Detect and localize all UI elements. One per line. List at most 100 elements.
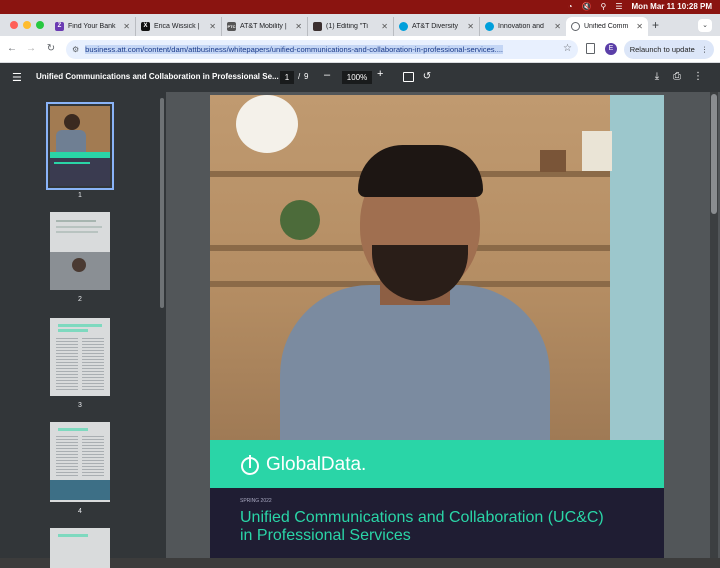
thumbnail-page-4[interactable] xyxy=(50,422,110,502)
reload-icon[interactable]: ↻ xyxy=(44,43,58,54)
thumbnail-heading-line xyxy=(58,428,88,431)
cover-title: Unified Communications and Collaboration… xyxy=(240,509,604,544)
tab-label: Innovation and xyxy=(498,23,544,30)
relaunch-to-update-button[interactable]: Relaunch to update ⋮ xyxy=(624,40,714,59)
z-favicon-icon: Z xyxy=(55,22,64,31)
minimize-window-button[interactable] xyxy=(23,21,31,29)
tab-att-diversity[interactable]: AT&T Diversity ✕ xyxy=(394,17,480,36)
forward-arrow-icon[interactable]: → xyxy=(24,43,38,54)
side-panel-icon[interactable] xyxy=(586,43,595,54)
menu-clock[interactable]: Mon Mar 11 10:28 PM xyxy=(632,0,712,14)
x-favicon-icon: X xyxy=(141,22,150,31)
thumbnail-heading-line xyxy=(58,534,88,537)
thumbnail-accent-band xyxy=(50,152,110,158)
globaldata-logo: GlobalData. xyxy=(240,454,366,476)
thumbnail-text-line xyxy=(56,226,102,228)
rotate-icon[interactable]: ↺ xyxy=(421,71,433,82)
spotlight-search-icon[interactable]: ⚲ xyxy=(600,0,606,14)
bookmark-star-icon[interactable]: ☆ xyxy=(563,43,572,54)
thumbnail-number: 4 xyxy=(78,508,82,515)
thumbnail-sidebar: 1 2 3 4 xyxy=(0,92,166,568)
zoom-out-button[interactable]: – xyxy=(324,69,330,81)
viewer-scrollbar-thumb[interactable] xyxy=(711,94,717,214)
close-tab-icon[interactable]: ✕ xyxy=(381,22,388,31)
tab-label: Erica Wissick | xyxy=(154,23,200,30)
tab-att-mobility[interactable]: PTC AT&T Mobility | ✕ xyxy=(222,17,308,36)
thumbnail-text-column xyxy=(82,436,104,476)
page-number-input[interactable]: 1 xyxy=(280,71,294,84)
tab-editing[interactable]: (1) Editing "Ti ✕ xyxy=(308,17,394,36)
close-tab-icon[interactable]: ✕ xyxy=(209,22,216,31)
thumbnail-number: 3 xyxy=(78,402,82,409)
tab-label: AT&T Diversity xyxy=(412,23,459,30)
shelf-decor xyxy=(540,150,566,172)
cover-title-area: SPRING 2022 Unified Communications and C… xyxy=(210,488,664,558)
thumbnail-text-column xyxy=(82,338,104,390)
menu-hamburger-icon[interactable]: ☰ xyxy=(12,71,22,84)
zoom-in-button[interactable]: + xyxy=(377,68,383,80)
tab-strip: Z Find Your Bank ✕ X Erica Wissick | ✕ P… xyxy=(0,14,720,36)
tab-label: Find Your Bank xyxy=(68,23,116,30)
close-tab-icon[interactable]: ✕ xyxy=(636,22,643,31)
url-text[interactable]: business.att.com/content/dam/attbusiness… xyxy=(85,45,504,54)
plant xyxy=(280,200,320,240)
tab-unified-comm[interactable]: Unified Comm ✕ xyxy=(566,17,648,36)
thumbnail-text-line xyxy=(56,220,96,222)
back-arrow-icon[interactable]: ← xyxy=(5,43,19,54)
thumbnail-person-head xyxy=(72,258,86,272)
shelf-frame xyxy=(582,131,612,171)
download-icon[interactable]: ⤓ xyxy=(651,71,663,82)
editor-favicon-icon xyxy=(313,22,322,31)
pdf-page-1: GlobalData. SPRING 2022 Unified Communic… xyxy=(210,95,664,558)
page-separator: / xyxy=(298,72,301,81)
close-tab-icon[interactable]: ✕ xyxy=(123,22,130,31)
address-bar[interactable]: ⚙ business.att.com/content/dam/attbusine… xyxy=(66,40,578,59)
close-tab-icon[interactable]: ✕ xyxy=(295,22,302,31)
thumbnail-page-1[interactable] xyxy=(46,102,114,190)
more-options-icon[interactable]: ⋮ xyxy=(692,71,704,82)
pdf-document-title: Unified Communications and Collaboration… xyxy=(36,72,279,81)
thumbnail-photo xyxy=(50,480,110,500)
att-globe-favicon-icon xyxy=(399,22,408,31)
thumbnail-text-line xyxy=(56,231,98,233)
thumbnail-page-3[interactable] xyxy=(50,318,110,396)
globe-favicon-icon xyxy=(571,22,580,31)
person-hair xyxy=(358,145,483,197)
thumbnail-page-2[interactable] xyxy=(50,212,110,290)
tab-innovation[interactable]: Innovation and ✕ xyxy=(480,17,566,36)
zoom-level-input[interactable]: 100% xyxy=(342,71,372,84)
sidebar-scrollbar[interactable] xyxy=(160,98,164,308)
close-tab-icon[interactable]: ✕ xyxy=(467,22,474,31)
new-tab-icon[interactable]: + xyxy=(652,18,659,32)
browser-toolbar: ← → ↻ ⚙ business.att.com/content/dam/att… xyxy=(0,36,720,63)
thumbnail-heading-line xyxy=(58,324,102,327)
globaldata-mark-icon xyxy=(241,455,259,475)
site-settings-icon[interactable]: ⚙ xyxy=(72,45,79,54)
close-tab-icon[interactable]: ✕ xyxy=(554,22,561,31)
thumbnail-number: 2 xyxy=(78,296,82,303)
brand-name: GlobalData. xyxy=(266,454,367,475)
mute-icon[interactable]: 🔇 xyxy=(582,0,592,14)
kebab-menu-icon: ⋮ xyxy=(700,45,709,54)
fit-to-page-icon[interactable] xyxy=(403,72,414,82)
close-window-button[interactable] xyxy=(10,21,18,29)
tab-erica-wissick[interactable]: X Erica Wissick | ✕ xyxy=(136,17,222,36)
brand-band: GlobalData. xyxy=(210,440,664,488)
print-icon[interactable]: ⎙ xyxy=(671,71,683,82)
thumbnail-number: 1 xyxy=(78,192,82,199)
ptc-favicon-icon: PTC xyxy=(227,22,236,31)
control-center-icon[interactable]: ☰ xyxy=(615,0,622,14)
profile-avatar[interactable]: E xyxy=(605,43,617,55)
tab-label: Unified Comm xyxy=(584,23,629,30)
tab-find-your-bank[interactable]: Z Find Your Bank ✕ xyxy=(50,17,136,36)
cover-season: SPRING 2022 xyxy=(240,498,272,504)
wifi-icon[interactable]: ◔ xyxy=(568,0,573,14)
thumbnail-person-head xyxy=(64,114,80,130)
att-globe-favicon-icon xyxy=(485,22,494,31)
thumbnail-page-5[interactable] xyxy=(50,528,110,568)
thumbnail-heading-line xyxy=(58,329,88,332)
window-light xyxy=(610,95,664,440)
tab-search-chevron-icon[interactable]: ⌄ xyxy=(698,19,712,32)
zoom-window-button[interactable] xyxy=(36,21,44,29)
total-pages: 9 xyxy=(304,72,309,81)
